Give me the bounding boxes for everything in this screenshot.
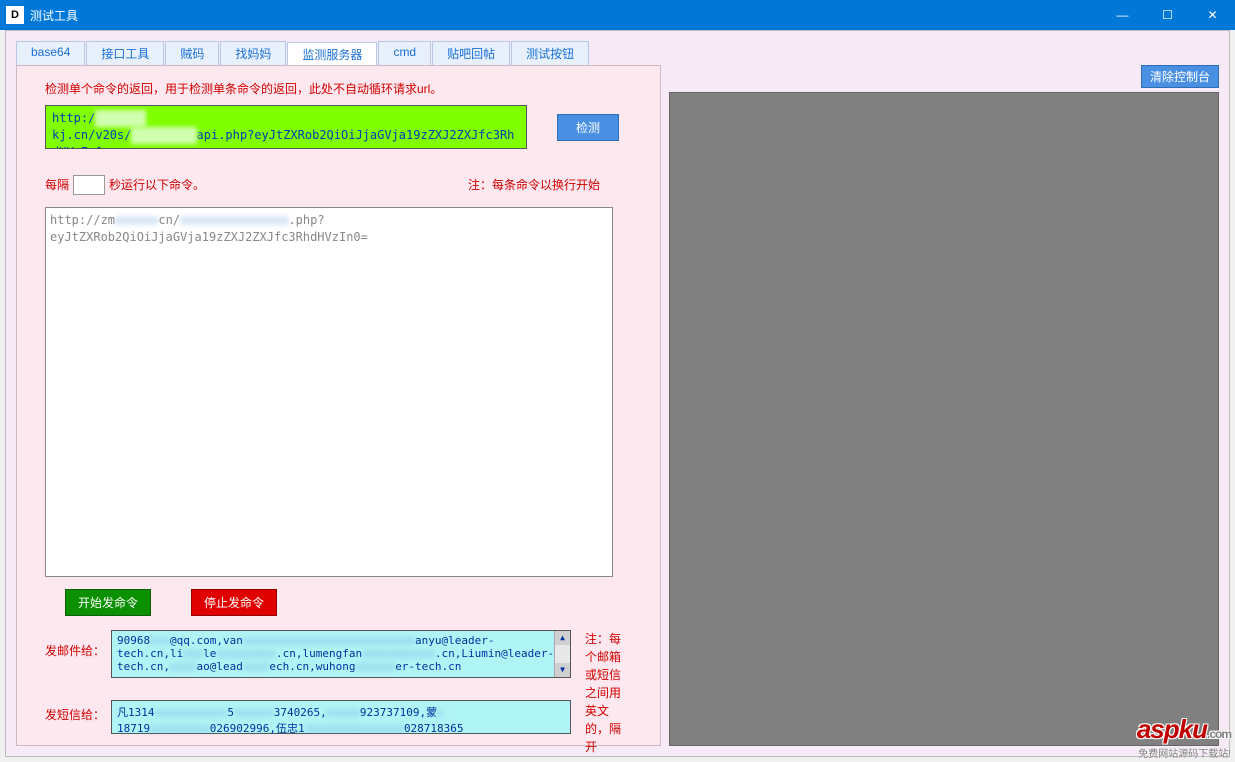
mail-recipients-input[interactable]: 90968xxx@qq.com,vanxxxxxxxxxxxxxxxxxxxxx…	[111, 630, 571, 678]
titlebar: D 测试工具 — ☐ ✕	[0, 0, 1235, 30]
app-icon: D	[6, 6, 24, 24]
tab-base64[interactable]: base64	[16, 41, 85, 65]
scroll-up-icon[interactable]: ▲	[555, 631, 570, 645]
recipient-note: 注：每个邮箱或短信之间用英文的，隔开	[585, 630, 625, 756]
tab-贼码[interactable]: 贼码	[165, 41, 219, 65]
interval-prefix: 每隔	[45, 176, 69, 195]
scrollbar[interactable]: ▲ ▼	[554, 631, 570, 677]
console-output	[669, 92, 1219, 746]
tab-接口工具[interactable]: 接口工具	[86, 41, 164, 65]
tab-监测服务器[interactable]: 监测服务器	[287, 42, 377, 66]
clear-console-button[interactable]: 清除控制台	[1141, 65, 1219, 88]
minimize-button[interactable]: —	[1100, 0, 1145, 30]
sms-label: 发短信给：	[45, 700, 111, 725]
interval-note: 注：每条命令以换行开始	[468, 176, 650, 195]
window-title: 测试工具	[30, 7, 78, 24]
interval-input[interactable]	[73, 175, 105, 195]
description-text: 检测单个命令的返回，用于检测单条命令的返回，此处不自动循环请求url。	[45, 80, 650, 99]
mail-label: 发邮件给：	[45, 630, 111, 661]
maximize-button[interactable]: ☐	[1145, 0, 1190, 30]
main-panel: 检测单个命令的返回，用于检测单条命令的返回，此处不自动循环请求url。 http…	[16, 65, 661, 746]
stop-button[interactable]: 停止发命令	[191, 589, 277, 616]
tab-bar: base64接口工具贼码找妈妈监测服务器cmd贴吧回帖测试按钮	[16, 41, 1229, 65]
close-button[interactable]: ✕	[1190, 0, 1235, 30]
tab-贴吧回帖[interactable]: 贴吧回帖	[432, 41, 510, 65]
single-url-input[interactable]: http:/xxxxxxx kj.cn/v20s/xxxxxxxxxapi.ph…	[45, 105, 527, 149]
commands-textarea[interactable]: http://zmxxxxxxcn/xxxxxxxxxxxxxxx.php?ey…	[45, 207, 613, 577]
tab-测试按钮[interactable]: 测试按钮	[511, 41, 589, 65]
scroll-down-icon[interactable]: ▼	[555, 663, 570, 677]
tab-找妈妈[interactable]: 找妈妈	[220, 41, 286, 65]
tab-cmd[interactable]: cmd	[378, 41, 431, 65]
start-button[interactable]: 开始发命令	[65, 589, 151, 616]
sms-recipients-input[interactable]: 凡1314xxxxxxxxxxx5xxxxxx3740265,xxxxx9237…	[111, 700, 571, 734]
detect-button[interactable]: 检测	[557, 114, 619, 141]
interval-suffix: 秒运行以下命令。	[109, 176, 205, 195]
